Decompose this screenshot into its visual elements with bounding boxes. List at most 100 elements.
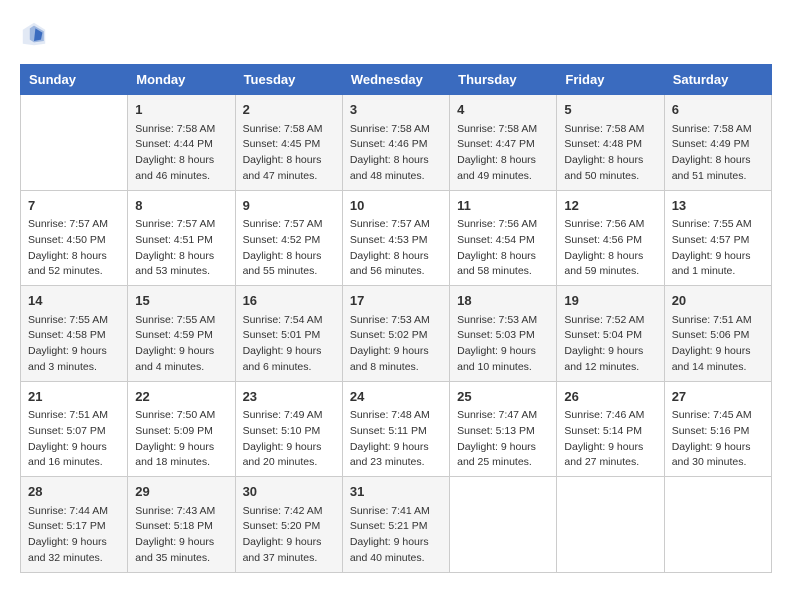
day-number: 31 (350, 482, 442, 502)
calendar-cell: 25Sunrise: 7:47 AM Sunset: 5:13 PM Dayli… (450, 381, 557, 477)
calendar-cell: 22Sunrise: 7:50 AM Sunset: 5:09 PM Dayli… (128, 381, 235, 477)
calendar-cell: 7Sunrise: 7:57 AM Sunset: 4:50 PM Daylig… (21, 190, 128, 286)
day-number: 5 (564, 100, 656, 120)
calendar-cell: 28Sunrise: 7:44 AM Sunset: 5:17 PM Dayli… (21, 477, 128, 573)
cell-content: Sunrise: 7:58 AM Sunset: 4:49 PM Dayligh… (672, 122, 764, 185)
calendar-cell: 16Sunrise: 7:54 AM Sunset: 5:01 PM Dayli… (235, 286, 342, 382)
cell-content: Sunrise: 7:44 AM Sunset: 5:17 PM Dayligh… (28, 504, 120, 567)
calendar-cell: 14Sunrise: 7:55 AM Sunset: 4:58 PM Dayli… (21, 286, 128, 382)
calendar-cell: 11Sunrise: 7:56 AM Sunset: 4:54 PM Dayli… (450, 190, 557, 286)
cell-content: Sunrise: 7:47 AM Sunset: 5:13 PM Dayligh… (457, 408, 549, 471)
calendar-header-row: SundayMondayTuesdayWednesdayThursdayFrid… (21, 65, 772, 95)
cell-content: Sunrise: 7:48 AM Sunset: 5:11 PM Dayligh… (350, 408, 442, 471)
cell-content: Sunrise: 7:54 AM Sunset: 5:01 PM Dayligh… (243, 313, 335, 376)
week-row-3: 14Sunrise: 7:55 AM Sunset: 4:58 PM Dayli… (21, 286, 772, 382)
calendar-cell: 10Sunrise: 7:57 AM Sunset: 4:53 PM Dayli… (342, 190, 449, 286)
day-number: 16 (243, 291, 335, 311)
calendar-cell: 12Sunrise: 7:56 AM Sunset: 4:56 PM Dayli… (557, 190, 664, 286)
calendar-cell: 18Sunrise: 7:53 AM Sunset: 5:03 PM Dayli… (450, 286, 557, 382)
day-number: 13 (672, 196, 764, 216)
calendar-cell: 5Sunrise: 7:58 AM Sunset: 4:48 PM Daylig… (557, 95, 664, 191)
day-number: 6 (672, 100, 764, 120)
cell-content: Sunrise: 7:58 AM Sunset: 4:44 PM Dayligh… (135, 122, 227, 185)
logo-icon (20, 20, 48, 48)
cell-content: Sunrise: 7:58 AM Sunset: 4:48 PM Dayligh… (564, 122, 656, 185)
col-header-tuesday: Tuesday (235, 65, 342, 95)
cell-content: Sunrise: 7:57 AM Sunset: 4:50 PM Dayligh… (28, 217, 120, 280)
calendar-cell: 29Sunrise: 7:43 AM Sunset: 5:18 PM Dayli… (128, 477, 235, 573)
calendar-cell: 15Sunrise: 7:55 AM Sunset: 4:59 PM Dayli… (128, 286, 235, 382)
day-number: 3 (350, 100, 442, 120)
cell-content: Sunrise: 7:51 AM Sunset: 5:07 PM Dayligh… (28, 408, 120, 471)
day-number: 30 (243, 482, 335, 502)
day-number: 8 (135, 196, 227, 216)
day-number: 29 (135, 482, 227, 502)
calendar-cell (21, 95, 128, 191)
day-number: 11 (457, 196, 549, 216)
day-number: 27 (672, 387, 764, 407)
calendar-cell: 13Sunrise: 7:55 AM Sunset: 4:57 PM Dayli… (664, 190, 771, 286)
cell-content: Sunrise: 7:43 AM Sunset: 5:18 PM Dayligh… (135, 504, 227, 567)
day-number: 14 (28, 291, 120, 311)
day-number: 28 (28, 482, 120, 502)
calendar-cell: 9Sunrise: 7:57 AM Sunset: 4:52 PM Daylig… (235, 190, 342, 286)
day-number: 9 (243, 196, 335, 216)
col-header-friday: Friday (557, 65, 664, 95)
day-number: 15 (135, 291, 227, 311)
day-number: 22 (135, 387, 227, 407)
calendar-cell: 19Sunrise: 7:52 AM Sunset: 5:04 PM Dayli… (557, 286, 664, 382)
day-number: 2 (243, 100, 335, 120)
calendar-cell (450, 477, 557, 573)
calendar-cell: 2Sunrise: 7:58 AM Sunset: 4:45 PM Daylig… (235, 95, 342, 191)
calendar-cell: 6Sunrise: 7:58 AM Sunset: 4:49 PM Daylig… (664, 95, 771, 191)
cell-content: Sunrise: 7:56 AM Sunset: 4:56 PM Dayligh… (564, 217, 656, 280)
day-number: 25 (457, 387, 549, 407)
calendar-table: SundayMondayTuesdayWednesdayThursdayFrid… (20, 64, 772, 573)
week-row-2: 7Sunrise: 7:57 AM Sunset: 4:50 PM Daylig… (21, 190, 772, 286)
cell-content: Sunrise: 7:51 AM Sunset: 5:06 PM Dayligh… (672, 313, 764, 376)
cell-content: Sunrise: 7:52 AM Sunset: 5:04 PM Dayligh… (564, 313, 656, 376)
day-number: 24 (350, 387, 442, 407)
cell-content: Sunrise: 7:42 AM Sunset: 5:20 PM Dayligh… (243, 504, 335, 567)
day-number: 7 (28, 196, 120, 216)
cell-content: Sunrise: 7:53 AM Sunset: 5:03 PM Dayligh… (457, 313, 549, 376)
cell-content: Sunrise: 7:46 AM Sunset: 5:14 PM Dayligh… (564, 408, 656, 471)
cell-content: Sunrise: 7:57 AM Sunset: 4:53 PM Dayligh… (350, 217, 442, 280)
week-row-4: 21Sunrise: 7:51 AM Sunset: 5:07 PM Dayli… (21, 381, 772, 477)
calendar-cell: 8Sunrise: 7:57 AM Sunset: 4:51 PM Daylig… (128, 190, 235, 286)
cell-content: Sunrise: 7:53 AM Sunset: 5:02 PM Dayligh… (350, 313, 442, 376)
col-header-saturday: Saturday (664, 65, 771, 95)
logo (20, 20, 52, 48)
day-number: 10 (350, 196, 442, 216)
cell-content: Sunrise: 7:50 AM Sunset: 5:09 PM Dayligh… (135, 408, 227, 471)
calendar-cell: 4Sunrise: 7:58 AM Sunset: 4:47 PM Daylig… (450, 95, 557, 191)
cell-content: Sunrise: 7:49 AM Sunset: 5:10 PM Dayligh… (243, 408, 335, 471)
calendar-cell: 21Sunrise: 7:51 AM Sunset: 5:07 PM Dayli… (21, 381, 128, 477)
calendar-cell: 26Sunrise: 7:46 AM Sunset: 5:14 PM Dayli… (557, 381, 664, 477)
col-header-sunday: Sunday (21, 65, 128, 95)
day-number: 26 (564, 387, 656, 407)
day-number: 4 (457, 100, 549, 120)
cell-content: Sunrise: 7:58 AM Sunset: 4:46 PM Dayligh… (350, 122, 442, 185)
week-row-1: 1Sunrise: 7:58 AM Sunset: 4:44 PM Daylig… (21, 95, 772, 191)
cell-content: Sunrise: 7:57 AM Sunset: 4:51 PM Dayligh… (135, 217, 227, 280)
day-number: 19 (564, 291, 656, 311)
week-row-5: 28Sunrise: 7:44 AM Sunset: 5:17 PM Dayli… (21, 477, 772, 573)
day-number: 23 (243, 387, 335, 407)
day-number: 20 (672, 291, 764, 311)
day-number: 1 (135, 100, 227, 120)
calendar-cell: 24Sunrise: 7:48 AM Sunset: 5:11 PM Dayli… (342, 381, 449, 477)
cell-content: Sunrise: 7:55 AM Sunset: 4:57 PM Dayligh… (672, 217, 764, 280)
cell-content: Sunrise: 7:58 AM Sunset: 4:45 PM Dayligh… (243, 122, 335, 185)
col-header-monday: Monday (128, 65, 235, 95)
calendar-cell: 31Sunrise: 7:41 AM Sunset: 5:21 PM Dayli… (342, 477, 449, 573)
cell-content: Sunrise: 7:56 AM Sunset: 4:54 PM Dayligh… (457, 217, 549, 280)
calendar-cell: 20Sunrise: 7:51 AM Sunset: 5:06 PM Dayli… (664, 286, 771, 382)
day-number: 18 (457, 291, 549, 311)
calendar-cell: 27Sunrise: 7:45 AM Sunset: 5:16 PM Dayli… (664, 381, 771, 477)
calendar-cell: 23Sunrise: 7:49 AM Sunset: 5:10 PM Dayli… (235, 381, 342, 477)
page-header (20, 20, 772, 48)
cell-content: Sunrise: 7:45 AM Sunset: 5:16 PM Dayligh… (672, 408, 764, 471)
calendar-cell (557, 477, 664, 573)
cell-content: Sunrise: 7:55 AM Sunset: 4:59 PM Dayligh… (135, 313, 227, 376)
